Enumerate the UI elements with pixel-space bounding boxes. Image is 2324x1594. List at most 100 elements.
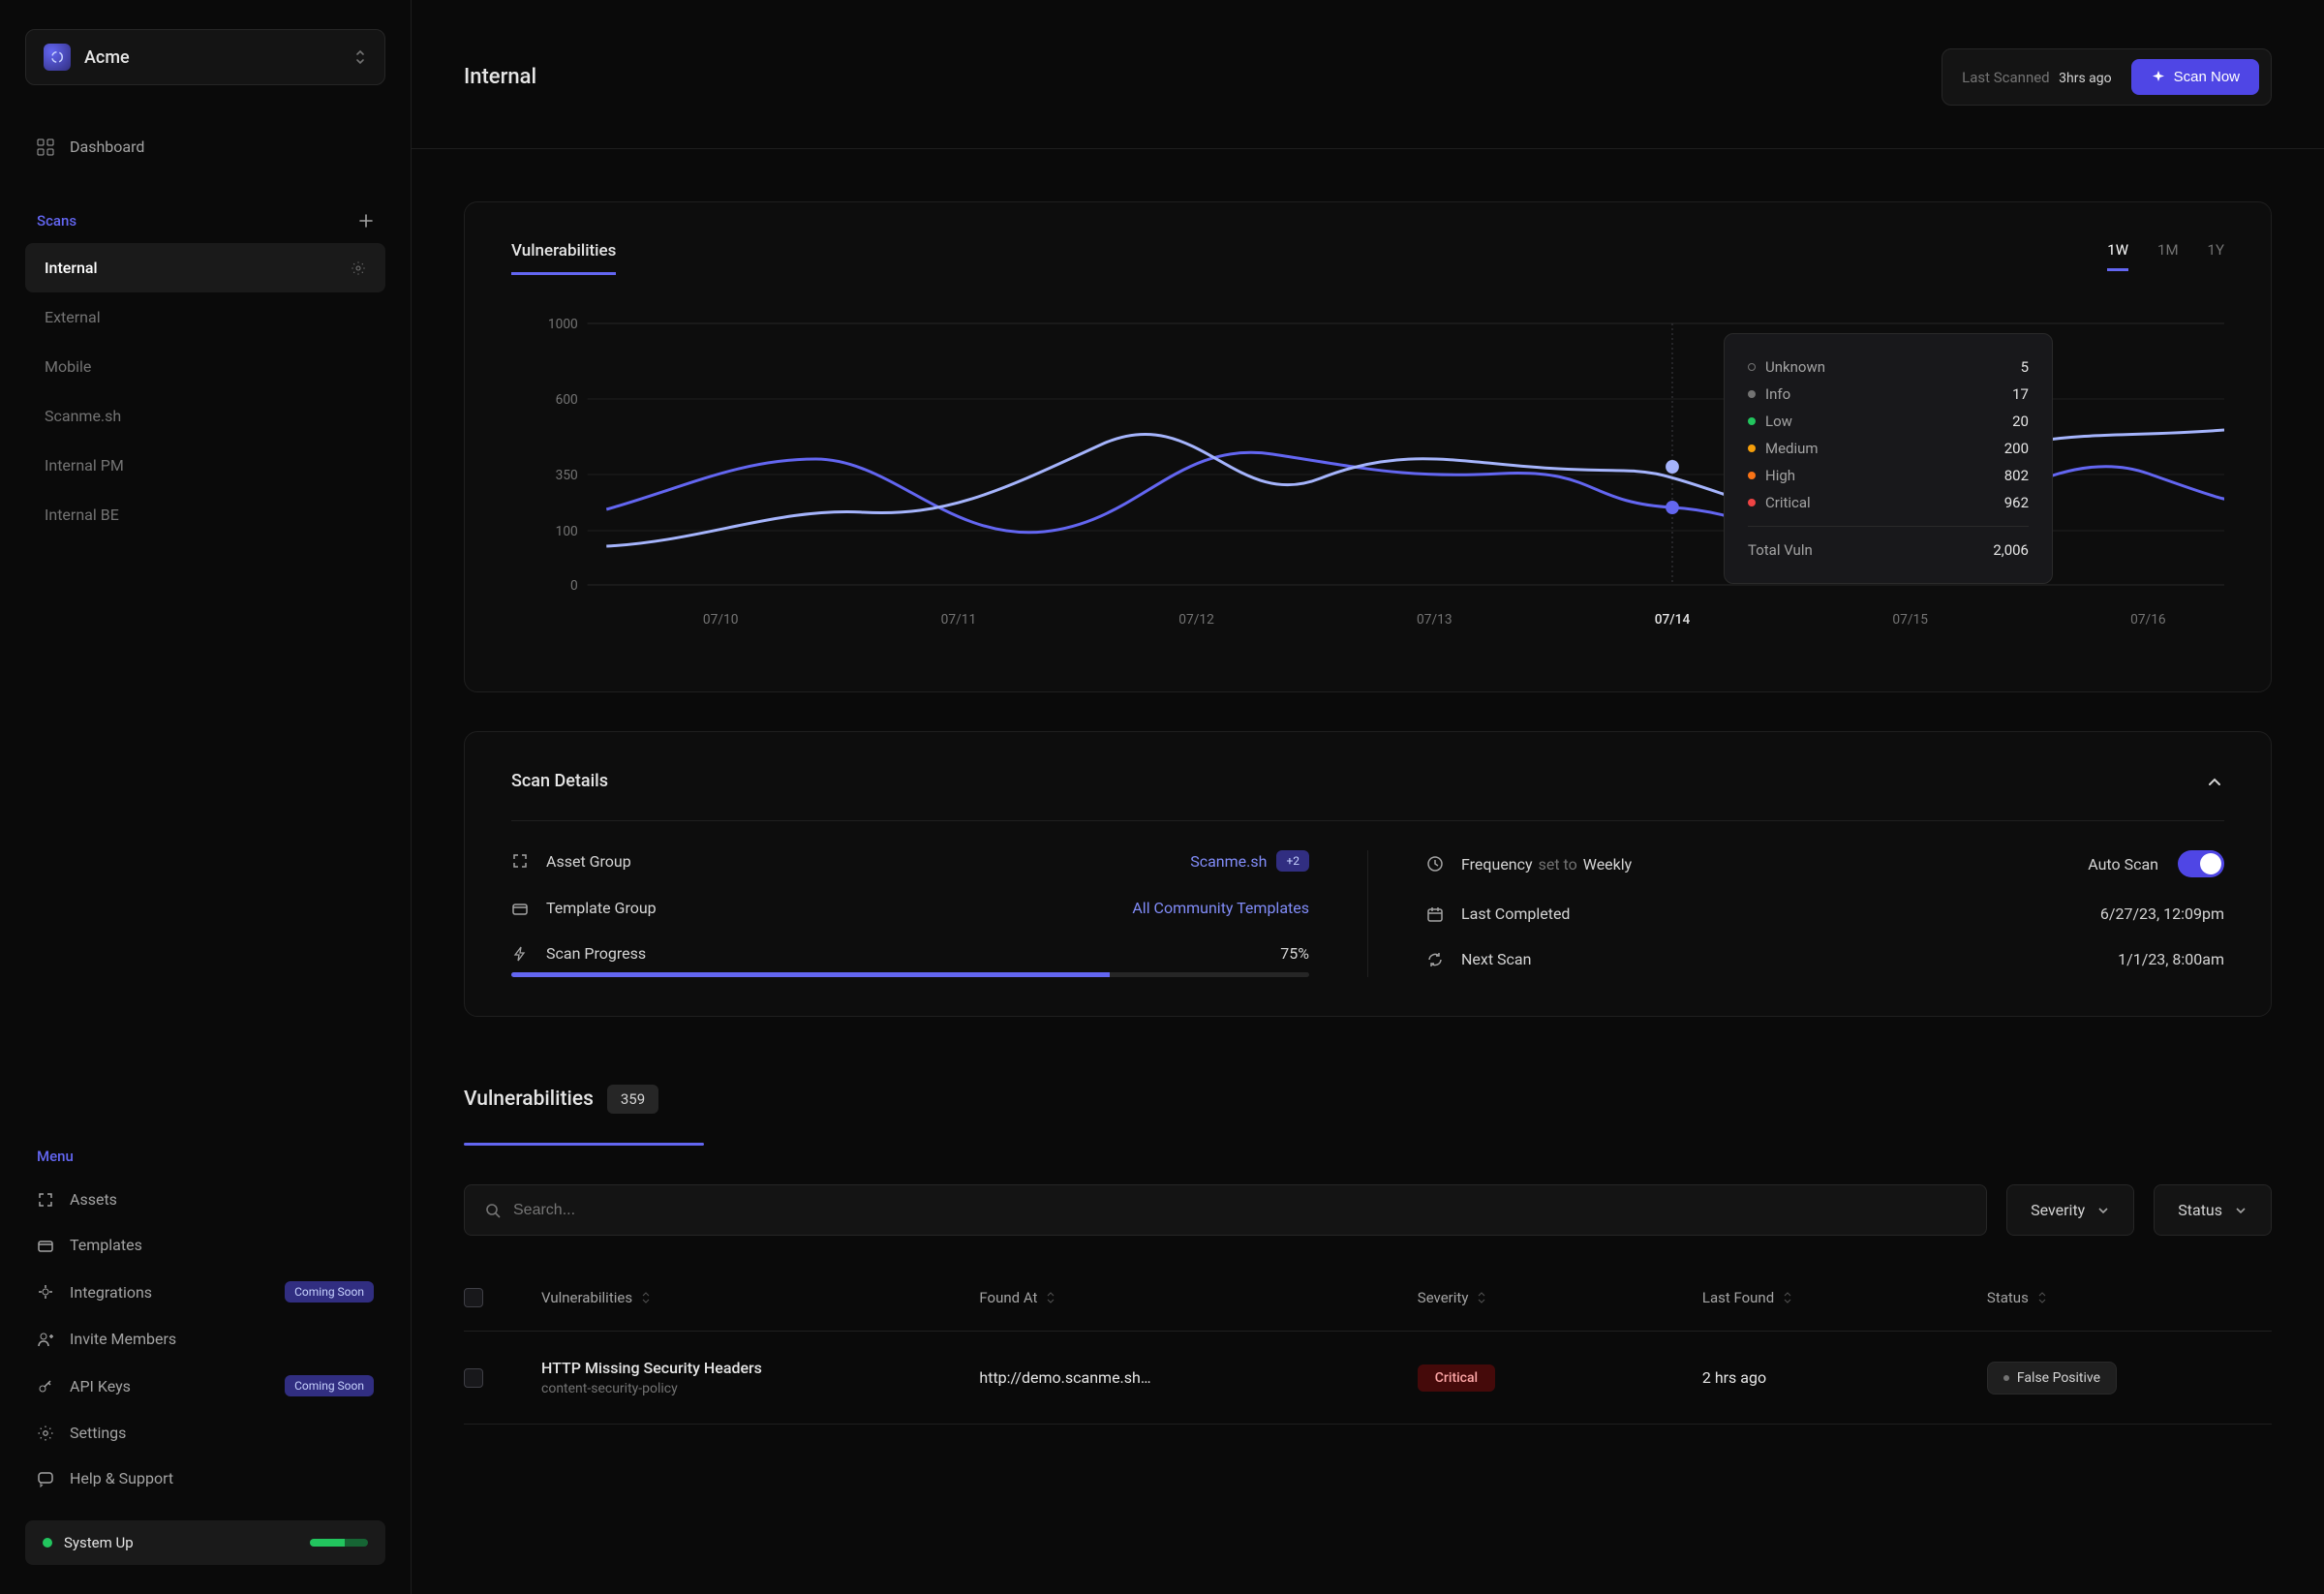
sort-icon — [640, 1291, 652, 1304]
menu-assets[interactable]: Assets — [25, 1177, 385, 1222]
col-vulnerabilities[interactable]: Vulnerabilities — [541, 1289, 979, 1306]
search-icon — [484, 1202, 502, 1219]
search-input[interactable] — [513, 1202, 1967, 1219]
last-scanned-value: 3hrs ago — [2059, 71, 2111, 86]
range-1w[interactable]: 1W — [2107, 241, 2128, 271]
menu-header: Menu — [25, 1136, 385, 1177]
time-range-switch: 1W 1M 1Y — [2107, 241, 2224, 271]
gear-icon[interactable] — [351, 261, 366, 276]
svg-text:1000: 1000 — [548, 317, 578, 332]
menu-templates[interactable]: Templates — [25, 1222, 385, 1268]
svg-text:07/12: 07/12 — [1178, 612, 1214, 628]
scan-details-card: Scan Details Asset Group Scanme.sh +2 — [464, 731, 2272, 1017]
last-scanned: Last Scanned 3hrs ago — [1962, 69, 2111, 86]
org-switcher[interactable]: Acme — [25, 29, 385, 85]
topbar: Internal Last Scanned 3hrs ago Scan Now — [412, 0, 2324, 149]
range-1y[interactable]: 1Y — [2208, 241, 2224, 271]
menu-apikeys[interactable]: API Keys Coming Soon — [25, 1362, 385, 1410]
scan-item-mobile[interactable]: Mobile — [25, 342, 385, 391]
main-content: Internal Last Scanned 3hrs ago Scan Now … — [412, 0, 2324, 1594]
status-chip[interactable]: False Positive — [1987, 1362, 2117, 1395]
asset-group-link[interactable]: Scanme.sh — [1190, 852, 1267, 871]
coming-soon-badge: Coming Soon — [285, 1281, 374, 1303]
scan-item-external[interactable]: External — [25, 292, 385, 342]
bolt-icon — [511, 945, 533, 963]
scan-now-button[interactable]: Scan Now — [2131, 59, 2259, 95]
auto-scan-toggle[interactable] — [2178, 850, 2224, 877]
puzzle-icon — [37, 1283, 56, 1301]
col-severity[interactable]: Severity — [1418, 1289, 1702, 1306]
sort-icon — [1782, 1291, 1793, 1304]
nav-dashboard-label: Dashboard — [70, 138, 144, 156]
scans-section-header: Scans — [25, 199, 385, 243]
topbar-actions: Last Scanned 3hrs ago Scan Now — [1942, 48, 2272, 106]
select-all-checkbox[interactable] — [464, 1288, 483, 1307]
next-scan-row: Next Scan 1/1/23, 8:00am — [1426, 950, 2224, 968]
search-box[interactable] — [464, 1184, 1987, 1236]
frequency-row: Frequency set to Weekly Auto Scan — [1426, 850, 2224, 877]
org-logo — [44, 44, 71, 71]
key-icon — [37, 1377, 56, 1395]
menu-settings[interactable]: Settings — [25, 1410, 385, 1456]
expand-icon — [37, 1191, 56, 1209]
chevron-updown-icon — [353, 48, 367, 66]
gear-icon — [37, 1425, 56, 1442]
scan-item-label: Internal PM — [45, 456, 124, 475]
chevron-down-icon — [2234, 1204, 2248, 1217]
svg-text:07/16: 07/16 — [2130, 612, 2166, 628]
vuln-count-badge: 359 — [607, 1085, 658, 1114]
scan-item-internal-be[interactable]: Internal BE — [25, 490, 385, 539]
col-found-at[interactable]: Found At — [979, 1289, 1417, 1306]
sort-icon — [1045, 1291, 1056, 1304]
dashboard-icon — [37, 138, 56, 156]
menu-apikeys-label: API Keys — [70, 1377, 131, 1395]
chart-tab-vulnerabilities[interactable]: Vulnerabilities — [511, 241, 616, 275]
org-name: Acme — [84, 47, 340, 68]
menu-integrations[interactable]: Integrations Coming Soon — [25, 1268, 385, 1316]
col-status[interactable]: Status — [1987, 1289, 2272, 1306]
scan-item-label: Internal BE — [45, 506, 119, 524]
menu-help[interactable]: Help & Support — [25, 1456, 385, 1501]
col-last-found[interactable]: Last Found — [1702, 1289, 1987, 1306]
chevron-down-icon — [2096, 1204, 2110, 1217]
cell-vulnerability: HTTP Missing Security Headers content-se… — [541, 1359, 979, 1396]
add-scan-icon[interactable] — [358, 213, 374, 229]
scan-item-scanmesh[interactable]: Scanme.sh — [25, 391, 385, 441]
menu-help-label: Help & Support — [70, 1469, 173, 1487]
svg-text:07/10: 07/10 — [703, 612, 739, 628]
cell-severity: Critical — [1418, 1364, 1702, 1392]
scan-item-label: Internal — [45, 259, 98, 277]
cell-status: False Positive — [1987, 1362, 2272, 1395]
collapse-icon[interactable] — [2205, 772, 2224, 791]
chart-area[interactable]: 1000 600 350 100 0 — [511, 304, 2224, 653]
menu-templates-label: Templates — [70, 1236, 142, 1254]
box-icon — [511, 900, 533, 917]
severity-badge: Critical — [1418, 1364, 1495, 1392]
status-filter[interactable]: Status — [2154, 1184, 2272, 1236]
scan-item-internal[interactable]: Internal — [25, 243, 385, 292]
scan-now-label: Scan Now — [2174, 69, 2240, 85]
template-group-link[interactable]: All Community Templates — [1132, 899, 1309, 917]
svg-text:07/15: 07/15 — [1892, 612, 1928, 628]
users-icon — [37, 1331, 56, 1348]
last-completed-row: Last Completed 6/27/23, 12:09pm — [1426, 904, 2224, 923]
asset-group-extra: +2 — [1276, 850, 1309, 872]
nav-dashboard[interactable]: Dashboard — [25, 124, 385, 169]
severity-filter[interactable]: Severity — [2006, 1184, 2134, 1236]
menu-settings-label: Settings — [70, 1424, 126, 1442]
table-row[interactable]: HTTP Missing Security Headers content-se… — [464, 1332, 2272, 1425]
system-status[interactable]: System Up — [25, 1520, 385, 1565]
scans-header-label: Scans — [37, 212, 76, 230]
svg-text:07/14: 07/14 — [1655, 612, 1691, 628]
range-1m[interactable]: 1M — [2157, 241, 2179, 271]
system-status-label: System Up — [64, 1534, 134, 1551]
cell-last-found: 2 hrs ago — [1702, 1368, 1987, 1387]
row-checkbox[interactable] — [464, 1368, 483, 1388]
scan-item-internal-pm[interactable]: Internal PM — [25, 441, 385, 490]
menu-invite[interactable]: Invite Members — [25, 1316, 385, 1362]
clock-icon — [1426, 855, 1448, 873]
chat-icon — [37, 1470, 56, 1487]
last-scanned-label: Last Scanned — [1962, 69, 2050, 86]
scan-progress-row: Scan Progress 75% — [511, 944, 1309, 977]
svg-text:0: 0 — [570, 578, 578, 594]
